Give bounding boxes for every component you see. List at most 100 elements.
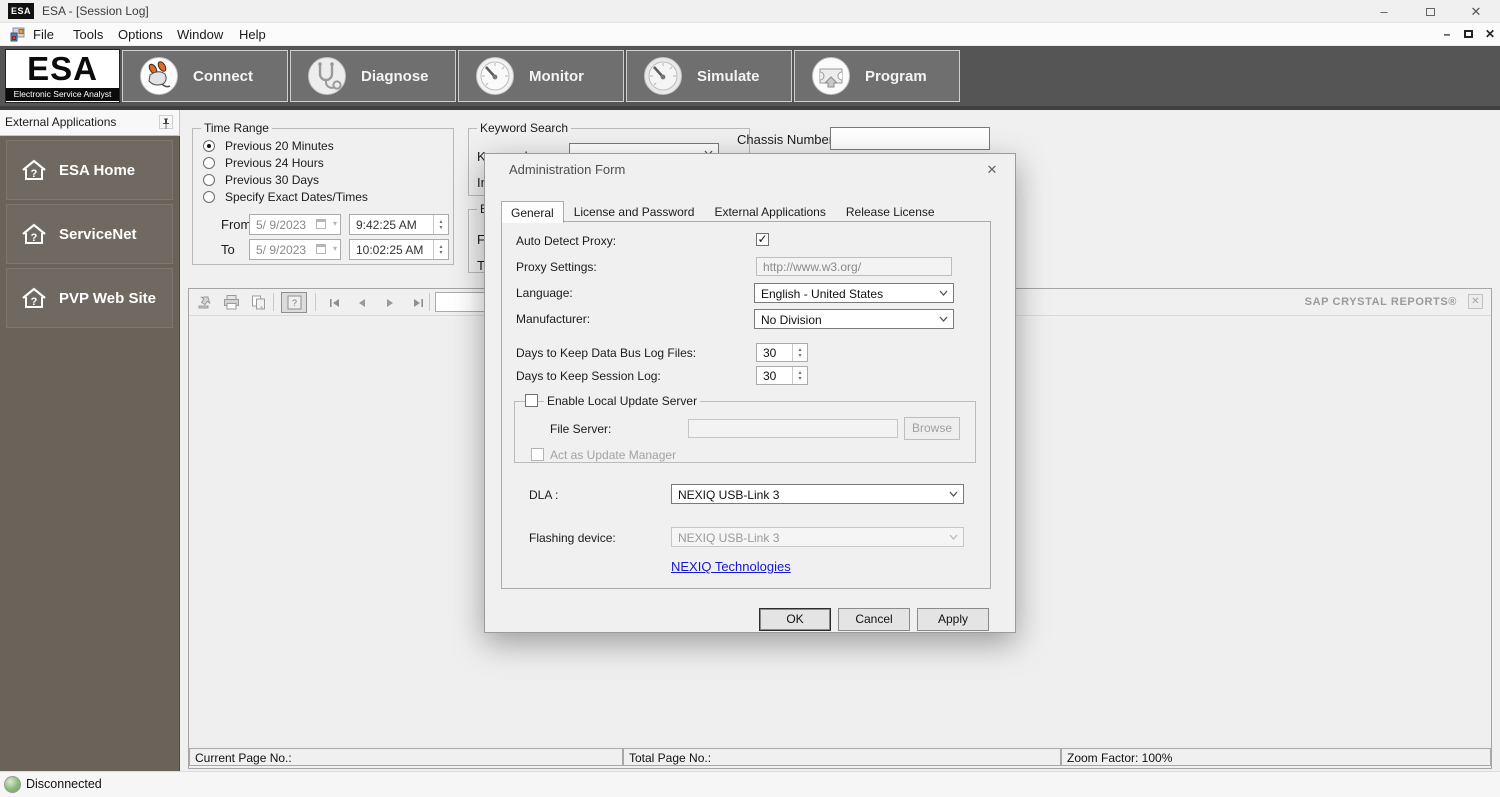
from-date-picker[interactable]: 5/ 9/2023 ▾ bbox=[249, 214, 341, 235]
monitor-label: Monitor bbox=[529, 68, 584, 85]
keyword-search-title: Keyword Search bbox=[477, 121, 571, 135]
tab-license-and-password[interactable]: License and Password bbox=[564, 201, 705, 222]
chevron-down-icon bbox=[949, 491, 958, 497]
to-time-value: 10:02:25 AM bbox=[356, 243, 423, 257]
days-session-spinner[interactable]: 30 ▴▾ bbox=[756, 366, 808, 385]
radio-specify-exact-dates[interactable] bbox=[203, 191, 215, 203]
to-time-spinner[interactable]: 10:02:25 AM ▴▾ bbox=[349, 239, 449, 260]
export-icon[interactable] bbox=[193, 292, 217, 313]
manufacturer-dropdown[interactable]: No Division bbox=[754, 309, 954, 329]
chassis-number-label: Chassis Number bbox=[737, 132, 833, 147]
copy-pages-icon[interactable] bbox=[247, 292, 271, 313]
minimize-button[interactable]: – bbox=[1364, 0, 1404, 23]
radio-previous-24-hours[interactable] bbox=[203, 157, 215, 169]
mdi-restore-button[interactable] bbox=[1459, 26, 1477, 43]
cancel-button[interactable]: Cancel bbox=[838, 608, 910, 631]
browse-button[interactable]: Browse bbox=[904, 417, 960, 440]
enable-local-update-checkbox[interactable] bbox=[525, 394, 538, 407]
radio-previous-30-days[interactable] bbox=[203, 174, 215, 186]
dialog-close-button[interactable]: ✕ bbox=[983, 161, 1001, 179]
calendar-icon bbox=[316, 219, 326, 229]
from-date-value: 5/ 9/2023 bbox=[256, 218, 306, 232]
to-date-picker[interactable]: 5/ 9/2023 ▾ bbox=[249, 239, 341, 260]
close-button[interactable]: ✕ bbox=[1456, 0, 1496, 23]
dialog-tabs: General License and Password External Ap… bbox=[501, 200, 945, 222]
chevron-down-icon: ▾ bbox=[333, 244, 337, 253]
next-page-icon[interactable] bbox=[378, 292, 402, 313]
from-time-value: 9:42:25 AM bbox=[356, 218, 417, 232]
dla-dropdown[interactable]: NEXIQ USB-Link 3 bbox=[671, 484, 964, 504]
chassis-number-input[interactable] bbox=[830, 127, 990, 150]
tab-external-applications[interactable]: External Applications bbox=[704, 201, 835, 222]
toolbar-separator bbox=[273, 293, 274, 311]
gauge-icon bbox=[475, 56, 515, 96]
maximize-button[interactable] bbox=[1410, 0, 1450, 23]
svg-text:?: ? bbox=[31, 168, 38, 180]
menu-window[interactable]: Window bbox=[171, 23, 229, 46]
toolbar-divider bbox=[0, 106, 1500, 110]
auto-detect-proxy-checkbox[interactable]: ✓ bbox=[756, 233, 769, 246]
days-databus-label: Days to Keep Data Bus Log Files: bbox=[516, 346, 696, 360]
last-page-icon[interactable] bbox=[406, 292, 430, 313]
program-label: Program bbox=[865, 68, 927, 85]
dialog-title: Administration Form bbox=[509, 162, 625, 177]
mdi-minimize-button[interactable]: – bbox=[1438, 26, 1456, 43]
program-button[interactable]: Program bbox=[794, 50, 960, 102]
print-icon[interactable] bbox=[219, 292, 243, 313]
act-as-update-manager-checkbox bbox=[531, 448, 544, 461]
monitor-button[interactable]: Monitor bbox=[458, 50, 624, 102]
apply-button[interactable]: Apply bbox=[917, 608, 989, 631]
title-bar: ESA ESA - [Session Log] – ✕ bbox=[0, 0, 1500, 23]
calendar-icon bbox=[316, 244, 326, 254]
previous-page-icon[interactable] bbox=[350, 292, 374, 313]
flashing-device-value: NEXIQ USB-Link 3 bbox=[678, 531, 779, 545]
dla-value: NEXIQ USB-Link 3 bbox=[678, 488, 779, 502]
language-dropdown[interactable]: English - United States bbox=[754, 283, 954, 303]
toolbar-separator bbox=[315, 293, 316, 311]
current-page-status: Current Page No.: bbox=[189, 748, 623, 766]
radio-previous-20-minutes[interactable] bbox=[203, 140, 215, 152]
sidebar-header: External Applications bbox=[0, 110, 180, 136]
administration-form-dialog: Administration Form ✕ General License an… bbox=[484, 153, 1016, 633]
mdi-close-button[interactable]: ✕ bbox=[1481, 26, 1499, 43]
language-value: English - United States bbox=[761, 287, 883, 301]
radio-label[interactable]: Previous 30 Days bbox=[225, 173, 319, 187]
from-time-spinner[interactable]: 9:42:25 AM ▴▾ bbox=[349, 214, 449, 235]
mdi-form-icon bbox=[10, 27, 25, 42]
diagnose-button[interactable]: Diagnose bbox=[290, 50, 456, 102]
sidebar-item-pvp-web-site[interactable]: ? PVP Web Site bbox=[6, 268, 173, 328]
menu-tools[interactable]: Tools bbox=[67, 23, 109, 46]
ok-button[interactable]: OK bbox=[759, 608, 831, 631]
spinner-arrows-icon[interactable]: ▴▾ bbox=[433, 215, 448, 234]
sidebar-item-servicenet[interactable]: ? ServiceNet bbox=[6, 204, 173, 264]
spinner-arrows-icon[interactable]: ▴▾ bbox=[433, 240, 448, 259]
report-close-icon[interactable]: ✕ bbox=[1468, 294, 1483, 309]
tab-general[interactable]: General bbox=[501, 201, 564, 223]
radio-label[interactable]: Previous 24 Hours bbox=[225, 156, 324, 170]
simulate-button[interactable]: Simulate bbox=[626, 50, 792, 102]
act-as-update-manager-label: Act as Update Manager bbox=[550, 448, 676, 462]
sidebar-item-esa-home[interactable]: ? ESA Home bbox=[6, 140, 173, 200]
menu-options[interactable]: Options bbox=[112, 23, 169, 46]
language-label: Language: bbox=[516, 286, 573, 300]
menu-help[interactable]: Help bbox=[233, 23, 272, 46]
first-page-icon[interactable] bbox=[322, 292, 346, 313]
nexiq-technologies-link[interactable]: NEXIQ Technologies bbox=[671, 559, 791, 574]
radio-label[interactable]: Specify Exact Dates/Times bbox=[225, 190, 368, 204]
restore-icon bbox=[1426, 8, 1435, 16]
tab-release-license[interactable]: Release License bbox=[836, 201, 945, 222]
esa-logo-text: ESA bbox=[6, 50, 119, 88]
spinner-arrows-icon[interactable]: ▴▾ bbox=[792, 367, 807, 384]
enable-local-update-label[interactable]: Enable Local Update Server bbox=[544, 394, 700, 408]
pin-icon[interactable] bbox=[159, 115, 173, 129]
total-page-status: Total Page No.: bbox=[623, 748, 1061, 766]
stethoscope-icon bbox=[307, 56, 347, 96]
from-label: From bbox=[221, 217, 251, 232]
connect-button[interactable]: Connect bbox=[122, 50, 288, 102]
radio-label[interactable]: Previous 20 Minutes bbox=[225, 139, 334, 153]
days-databus-spinner[interactable]: 30 ▴▾ bbox=[756, 343, 808, 362]
toggle-group-tree-button[interactable]: ? bbox=[281, 292, 307, 313]
to-date-value: 5/ 9/2023 bbox=[256, 243, 306, 257]
spinner-arrows-icon[interactable]: ▴▾ bbox=[792, 344, 807, 361]
menu-file[interactable]: File bbox=[27, 23, 60, 46]
